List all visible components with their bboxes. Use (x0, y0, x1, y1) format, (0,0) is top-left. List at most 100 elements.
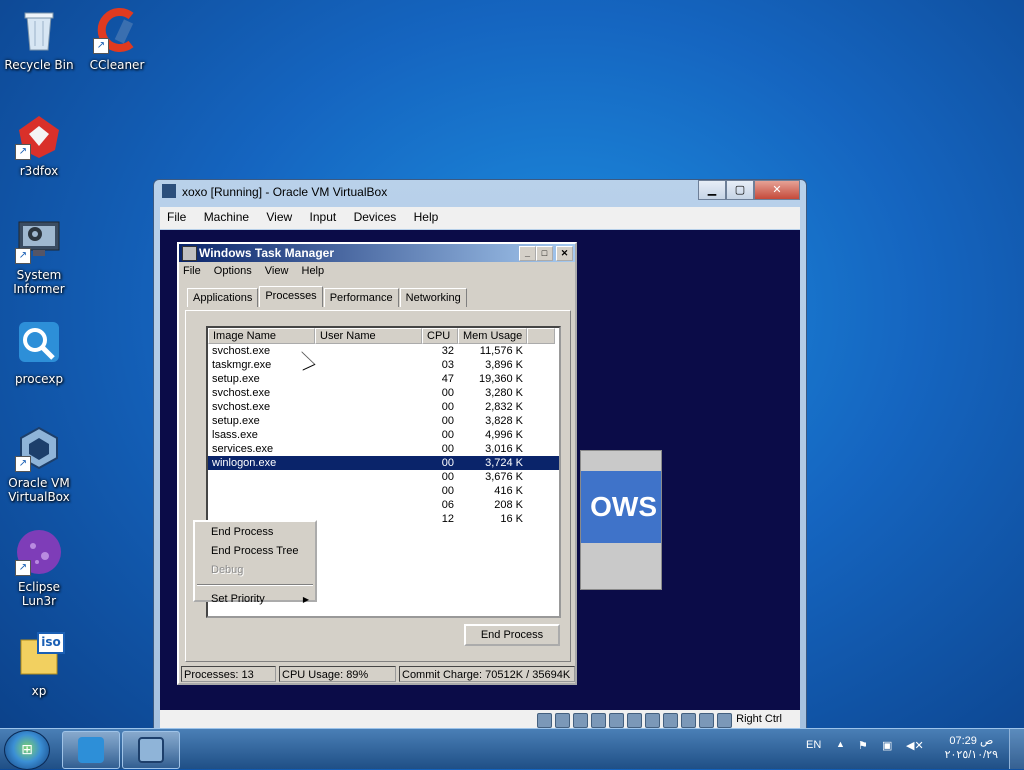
desktop-icon-eclipse[interactable]: ↗ Eclipse Lun3r (1, 528, 77, 608)
maximize-button[interactable]: □ (536, 246, 553, 261)
maximize-button[interactable]: ▢ (726, 180, 754, 200)
table-row[interactable]: taskmgr.exe 03 3,896 K (208, 358, 559, 372)
clock[interactable]: 07:29 ص ٢٠٢٥/١٠/٢٩ (945, 734, 998, 762)
task-manager-statusbar: Processes: 13 CPU Usage: 89% Commit Char… (181, 666, 578, 682)
audio-icon[interactable] (573, 713, 588, 728)
desktop-icon-label: CCleaner (89, 58, 145, 72)
menu-help[interactable]: Help (407, 207, 446, 227)
desktop-icon-label: xp (31, 684, 47, 698)
menu-view[interactable]: View (259, 207, 299, 227)
tab-networking[interactable]: Networking (399, 288, 467, 307)
table-row[interactable]: services.exe 00 3,016 K (208, 442, 559, 456)
network-tray-icon[interactable]: ▣ (882, 739, 892, 752)
table-row[interactable]: svchost.exe 00 3,280 K (208, 386, 559, 400)
col-user-name[interactable]: User Name (315, 328, 422, 344)
menu-help[interactable]: Help (302, 265, 325, 277)
col-cpu[interactable]: CPU (422, 328, 458, 344)
table-row[interactable]: 06 208 K (208, 498, 559, 512)
end-process-button[interactable]: End Process (464, 624, 560, 646)
desktop-icon-recycle-bin[interactable]: Recycle Bin (1, 6, 77, 72)
start-button[interactable]: ⊞ (4, 730, 50, 770)
cell-user-name (315, 484, 422, 498)
desktop-icon-procexp[interactable]: procexp (1, 320, 77, 386)
table-row[interactable]: setup.exe 00 3,828 K (208, 414, 559, 428)
table-row[interactable]: 00 3,676 K (208, 470, 559, 484)
menu-end-process-tree[interactable]: End Process Tree (195, 543, 315, 560)
task-manager-window[interactable]: Windows Task Manager _ □ ✕ File Options … (177, 242, 577, 685)
recording-icon[interactable] (663, 713, 678, 728)
menu-file[interactable]: File (183, 265, 201, 277)
cell-mem-usage: 16 K (500, 513, 523, 525)
desktop-icon-system-informer[interactable]: ↗ System Informer (1, 216, 77, 296)
table-row[interactable]: winlogon.exe 00 3,724 K (208, 456, 559, 470)
close-button[interactable]: ✕ (754, 180, 800, 200)
minimize-button[interactable]: _ (519, 246, 536, 261)
process-rows: svchost.exe 32 11,576 Ktaskmgr.exe 03 3,896 … (208, 344, 559, 526)
vm-screen[interactable]: OWS Windows Task Manager _ □ ✕ File Opti… (160, 230, 800, 710)
menu-set-priority[interactable]: Set Priority ▶ (195, 591, 315, 608)
optical-drive-icon[interactable] (555, 713, 570, 728)
tab-applications[interactable]: Applications (187, 288, 259, 307)
procexp-icon (15, 320, 63, 368)
close-button[interactable]: ✕ (556, 246, 573, 261)
menu-input[interactable]: Input (303, 207, 344, 227)
iso-file-icon: iso (15, 632, 65, 680)
tab-performance[interactable]: Performance (323, 288, 399, 307)
cell-image-name: setup.exe (212, 415, 260, 427)
virtualbox-icon: ↗ (15, 424, 63, 472)
volume-icon[interactable]: ◀✕ (906, 739, 924, 752)
cell-user-name (315, 498, 422, 512)
menu-end-process[interactable]: End Process (195, 524, 315, 541)
desktop-icon-r3dfox[interactable]: ↗ r3dfox (1, 112, 77, 178)
shared-folder-icon[interactable] (627, 713, 642, 728)
cell-mem-usage: 208 K (494, 499, 523, 511)
cell-cpu: 00 (441, 401, 454, 413)
menu-machine[interactable]: Machine (197, 207, 256, 227)
show-hidden-icons[interactable]: ▲ (836, 739, 845, 749)
menu-devices[interactable]: Devices (347, 207, 404, 227)
cell-cpu: 06 (441, 499, 454, 511)
mouse-integration-icon[interactable] (699, 713, 714, 728)
desktop-icon-xp-iso[interactable]: iso xp (1, 632, 77, 698)
taskbar-procexp[interactable] (62, 731, 120, 769)
keyboard-icon[interactable] (717, 713, 732, 728)
table-row[interactable]: lsass.exe 00 4,996 K (208, 428, 559, 442)
tab-processes[interactable]: Processes (259, 286, 323, 307)
network-icon[interactable] (591, 713, 606, 728)
cell-cpu: 00 (441, 443, 454, 455)
usb-icon[interactable] (609, 713, 624, 728)
menu-view[interactable]: View (265, 265, 289, 277)
action-center-icon[interactable]: ⚑ (858, 739, 868, 752)
cell-cpu: 00 (441, 429, 454, 441)
cell-user-name (315, 358, 422, 372)
show-desktop-button[interactable] (1009, 729, 1024, 769)
task-manager-icon (182, 246, 197, 261)
task-manager-tabs: Applications Processes Performance Netwo… (187, 286, 468, 307)
cpu-icon[interactable] (681, 713, 696, 728)
col-mem-usage[interactable]: Mem Usage (458, 328, 527, 344)
col-image-name[interactable]: Image Name (208, 328, 315, 344)
table-row[interactable]: 00 416 K (208, 484, 559, 498)
desktop-icon-label: procexp (14, 372, 64, 386)
recycle-bin-icon (15, 6, 63, 54)
table-row[interactable]: svchost.exe 00 2,832 K (208, 400, 559, 414)
language-indicator[interactable]: EN (806, 739, 821, 751)
display-icon[interactable] (645, 713, 660, 728)
virtualbox-icon (138, 737, 164, 763)
task-manager-titlebar[interactable]: Windows Task Manager _ □ ✕ (179, 244, 575, 262)
desktop-icon-virtualbox[interactable]: ↗ Oracle VM VirtualBox (1, 424, 77, 504)
cell-mem-usage: 3,676 K (485, 471, 523, 483)
menu-file[interactable]: File (160, 207, 193, 227)
iso-badge: iso (37, 632, 65, 654)
table-row[interactable]: svchost.exe 32 11,576 K (208, 344, 559, 358)
taskbar-virtualbox[interactable] (122, 731, 180, 769)
menu-options[interactable]: Options (214, 265, 252, 277)
desktop-icon-label: Oracle VM VirtualBox (8, 476, 70, 504)
minimize-button[interactable]: ▁ (698, 180, 726, 200)
cell-user-name (315, 344, 422, 358)
hdd-icon[interactable] (537, 713, 552, 728)
virtualbox-window[interactable]: xoxo [Running] - Oracle VM VirtualBox ▁ … (153, 179, 807, 733)
table-row[interactable]: setup.exe 47 19,360 K (208, 372, 559, 386)
cell-image-name: setup.exe (212, 373, 260, 385)
desktop-icon-ccleaner[interactable]: ↗ CCleaner (79, 6, 155, 72)
